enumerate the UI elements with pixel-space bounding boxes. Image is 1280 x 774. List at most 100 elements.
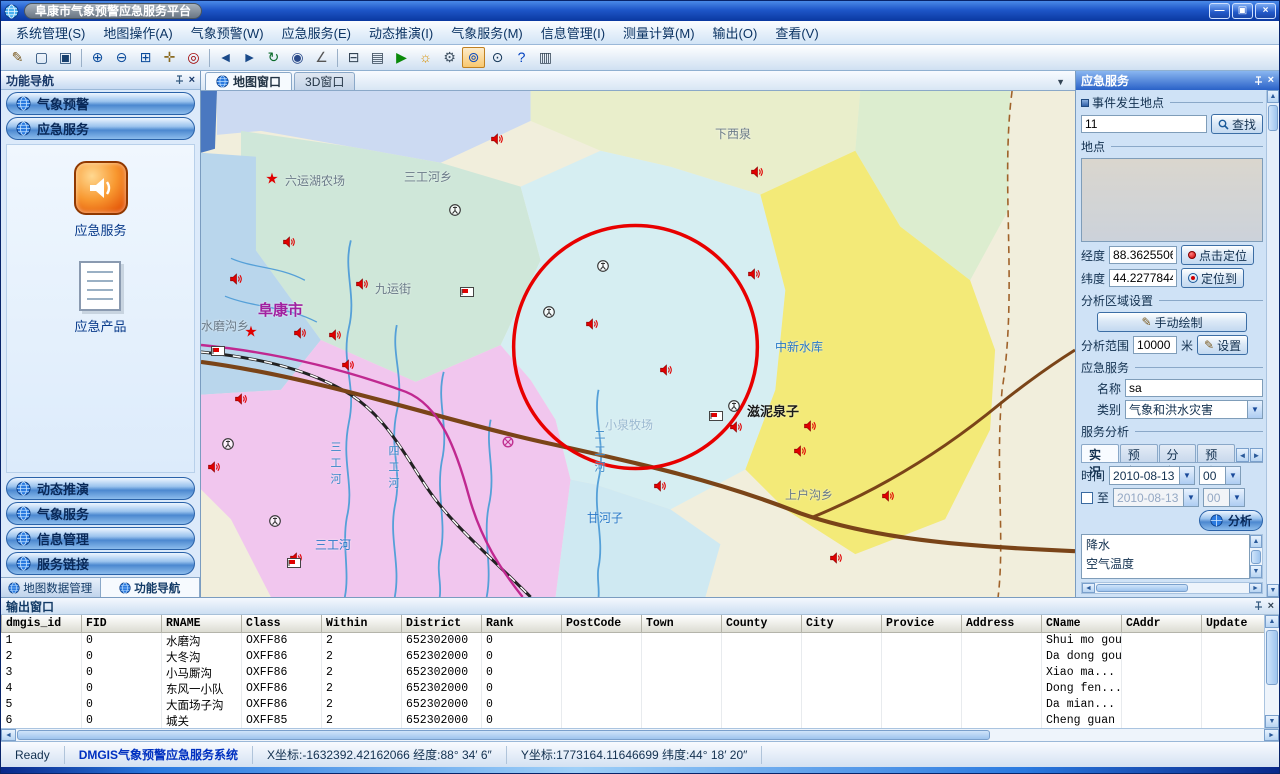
column-header[interactable]: RNAME — [162, 615, 242, 632]
column-header[interactable]: Class — [242, 615, 322, 632]
menu-item[interactable]: 动态推演(I) — [360, 21, 442, 44]
analyze-button[interactable]: 分析 — [1199, 510, 1263, 531]
column-header[interactable]: dmgis_id — [2, 615, 82, 632]
nav-item[interactable]: 服务链接 — [6, 552, 195, 575]
start-date-combo[interactable]: 2010-08-13 ▼ — [1109, 466, 1195, 485]
zoom-out-icon[interactable]: ⊖ — [110, 47, 133, 68]
bulb-icon[interactable]: ☼ — [414, 47, 437, 68]
select-box-icon[interactable]: ▢ — [30, 47, 53, 68]
to-checkbox[interactable] — [1081, 492, 1093, 504]
edit-pencil-icon[interactable]: ✎ — [6, 47, 29, 68]
right-panel-scrollbar[interactable]: ▲ ▼ — [1266, 90, 1279, 597]
refresh-icon[interactable]: ↻ — [262, 47, 285, 68]
settings-gear-icon[interactable]: ⚙ — [438, 47, 461, 68]
column-header[interactable]: Update — [1202, 615, 1265, 632]
pan-hand-icon[interactable]: ✛ — [158, 47, 181, 68]
location-keyword-input[interactable] — [1081, 115, 1207, 133]
nav-item[interactable]: 气象服务 — [6, 502, 195, 525]
place-list[interactable] — [1081, 158, 1263, 242]
nav-item[interactable]: 气象预警 — [6, 92, 195, 115]
eye-icon[interactable]: ⊙ — [486, 47, 509, 68]
table-row[interactable]: 10水磨沟OXFF8626523020000Shui mo gou — [2, 632, 1265, 649]
pointer-icon[interactable]: ▶ — [390, 47, 413, 68]
scroll-left-icon[interactable]: ◄ — [1, 729, 16, 741]
menu-item[interactable]: 测量计算(M) — [614, 21, 704, 44]
scroll-up-icon[interactable]: ▲ — [1265, 615, 1279, 628]
scroll-up-icon[interactable]: ▲ — [1267, 90, 1279, 103]
start-hour-combo[interactable]: 00 ▼ — [1199, 466, 1241, 485]
pin-icon[interactable] — [1254, 601, 1263, 611]
end-date-combo[interactable]: 2010-08-13 ▼ — [1113, 488, 1199, 507]
scroll-right-icon[interactable]: ► — [1249, 583, 1262, 593]
element-list-item[interactable]: 空气温度 — [1082, 554, 1249, 573]
launcher-item[interactable]: 应急服务 — [74, 161, 128, 239]
end-hour-combo[interactable]: 00 ▼ — [1203, 488, 1245, 507]
zoom-window-icon[interactable]: ⊞ — [134, 47, 157, 68]
previous-view-icon[interactable]: ◄ — [214, 47, 237, 68]
column-header[interactable]: CName — [1042, 615, 1122, 632]
close-icon[interactable]: × — [1268, 601, 1274, 612]
column-header[interactable]: Address — [962, 615, 1042, 632]
left-bottom-tab[interactable]: 地图数据管理 — [1, 578, 101, 597]
map-canvas[interactable]: ★★六运湖农场三工河乡下西泉九运街阜康市水磨沟乡中新水库滋泥泉子小泉牧场上户沟乡… — [201, 91, 1075, 597]
chevron-down-icon[interactable]: ▼ — [1229, 489, 1244, 506]
scroll-thumb[interactable] — [1096, 584, 1188, 592]
column-header[interactable]: Town — [642, 615, 722, 632]
table-row[interactable]: 60城关OXFF8526523020000Cheng guan — [2, 713, 1265, 729]
left-bottom-tab[interactable]: 功能导航 — [101, 578, 201, 597]
table-row[interactable]: 50大面场子沟OXFF8626523020000Da mian... — [2, 697, 1265, 713]
column-header[interactable]: County — [722, 615, 802, 632]
output-vscrollbar[interactable]: ▲ ▼ — [1264, 615, 1279, 728]
analysis-range-input[interactable] — [1133, 336, 1177, 354]
chevron-down-icon[interactable]: ▼ — [1183, 489, 1198, 506]
table-row[interactable]: 20大冬沟OXFF8626523020000Da dong gou — [2, 649, 1265, 665]
scroll-down-icon[interactable]: ▼ — [1250, 565, 1262, 578]
identify-icon[interactable]: ◉ — [286, 47, 309, 68]
menu-item[interactable]: 应急服务(E) — [273, 21, 360, 44]
manual-draw-button[interactable]: ✎ 手动绘制 — [1097, 312, 1247, 332]
service-tab[interactable]: 预报 — [1120, 444, 1158, 462]
map-tab[interactable]: 3D窗口 — [294, 72, 355, 90]
chevron-down-icon[interactable]: ▼ — [1056, 77, 1071, 90]
locate-to-button[interactable]: 定位到 — [1181, 268, 1244, 288]
scroll-up-icon[interactable]: ▲ — [1250, 535, 1262, 548]
column-header[interactable]: Provice — [882, 615, 962, 632]
range-set-button[interactable]: ✎ 设置 — [1197, 335, 1248, 355]
nav-item[interactable]: 应急服务 — [6, 117, 195, 140]
deselect-icon[interactable]: ▣ — [54, 47, 77, 68]
measure-icon[interactable]: ∠ — [310, 47, 333, 68]
column-header[interactable]: PostCode — [562, 615, 642, 632]
scroll-thumb[interactable] — [1266, 630, 1278, 685]
scroll-right-icon[interactable]: ► — [1264, 729, 1279, 741]
menu-item[interactable]: 信息管理(I) — [532, 21, 614, 44]
table-row[interactable]: 30小马厮沟OXFF8626523020000Xiao ma... — [2, 665, 1265, 681]
service-type-combo[interactable]: 气象和洪水灾害 ▼ — [1125, 400, 1263, 419]
export-map-icon[interactable]: ▤ — [366, 47, 389, 68]
menu-item[interactable]: 地图操作(A) — [94, 21, 181, 44]
latitude-input[interactable] — [1109, 269, 1177, 287]
nav-item[interactable]: 动态推演 — [6, 477, 195, 500]
column-header[interactable]: Rank — [482, 615, 562, 632]
menu-item[interactable]: 系统管理(S) — [7, 21, 94, 44]
zoom-in-icon[interactable]: ⊕ — [86, 47, 109, 68]
close-icon[interactable]: × — [189, 75, 195, 86]
chevron-down-icon[interactable]: ▼ — [1179, 467, 1194, 484]
menu-item[interactable]: 气象服务(M) — [442, 21, 532, 44]
tab-scroll-right-icon[interactable]: ► — [1250, 448, 1263, 462]
full-extent-icon[interactable]: ◎ — [182, 47, 205, 68]
service-tab[interactable]: 分析 — [1159, 444, 1197, 462]
scroll-left-icon[interactable]: ◄ — [1082, 583, 1095, 593]
scroll-down-icon[interactable]: ▼ — [1265, 715, 1279, 728]
chevron-down-icon[interactable]: ▼ — [1247, 401, 1262, 418]
tab-scroll-left-icon[interactable]: ◄ — [1236, 448, 1249, 462]
column-header[interactable]: District — [402, 615, 482, 632]
output-hscrollbar[interactable]: ◄ ► — [1, 728, 1279, 741]
nav-item[interactable]: 信息管理 — [6, 527, 195, 550]
search-button[interactable]: 查找 — [1211, 114, 1263, 134]
element-list-scrollbar[interactable]: ▲ ▼ — [1250, 534, 1263, 579]
service-tab[interactable]: 预案 — [1197, 444, 1235, 462]
chevron-down-icon[interactable]: ▼ — [1225, 467, 1240, 484]
longitude-input[interactable] — [1109, 246, 1177, 264]
minimize-button[interactable]: — — [1209, 3, 1230, 19]
column-header[interactable]: CAddr — [1122, 615, 1202, 632]
